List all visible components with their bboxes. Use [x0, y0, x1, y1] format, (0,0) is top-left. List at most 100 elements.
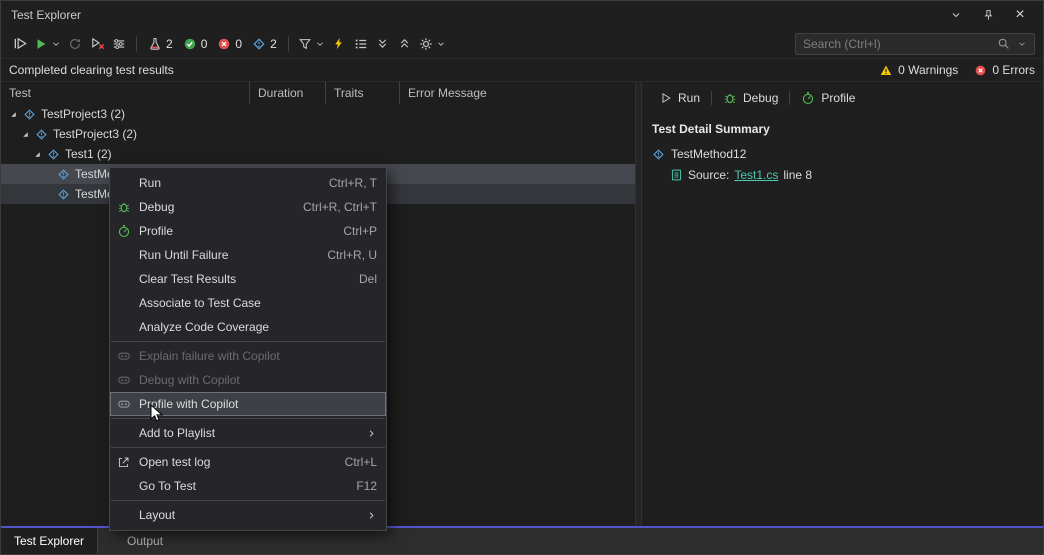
not-run-diamond-icon	[36, 129, 47, 139]
warning-icon	[880, 65, 892, 75]
source-file-link[interactable]: Test1.cs	[734, 168, 778, 182]
cancel-run-icon	[91, 38, 104, 50]
status-bar: Completed clearing test results 0 Warnin…	[1, 59, 1043, 82]
close-icon: ×	[1015, 6, 1025, 23]
menu-item-associate-to-test-case[interactable]: Associate to Test Case	[110, 291, 386, 315]
not-run-diamond-icon	[48, 149, 59, 159]
pin-icon	[984, 9, 992, 20]
not-run-diamond-icon	[653, 149, 664, 159]
not-run-diamond-icon	[253, 38, 265, 49]
chevron-down-icon	[952, 12, 960, 18]
play-outline-icon	[662, 93, 671, 103]
search-box[interactable]	[795, 32, 1035, 55]
column-header-error-message[interactable]: Error Message	[399, 82, 635, 104]
menu-item-add-to-playlist[interactable]: Add to Playlist	[110, 421, 386, 445]
filter-funnel-icon	[299, 38, 311, 49]
tree-row-namespace[interactable]: TestProject3 (2)	[1, 124, 635, 144]
column-header-duration[interactable]: Duration	[249, 82, 325, 104]
panel-splitter[interactable]	[635, 82, 642, 526]
test-run-settings-button[interactable]	[108, 32, 130, 56]
errors-indicator: 0 Errors	[974, 63, 1035, 77]
search-icon[interactable]	[997, 37, 1010, 50]
badge-failed-tests[interactable]: 0	[212, 32, 247, 56]
badge-passed-tests[interactable]: 0	[178, 32, 213, 56]
live-unit-testing-button[interactable]	[328, 32, 350, 56]
tree-row-class[interactable]: Test1 (2)	[1, 144, 635, 164]
menu-item-open-test-log[interactable]: Open test log Ctrl+L	[110, 450, 386, 474]
submenu-chevron-right-icon	[369, 429, 374, 437]
detail-run-button[interactable]: Run	[652, 88, 708, 108]
repeat-last-run-button[interactable]	[64, 32, 86, 56]
detail-toolbar-separator	[711, 91, 713, 105]
settings-button[interactable]	[416, 32, 449, 56]
tab-output[interactable]: Output	[114, 528, 176, 554]
titlebar: Test Explorer ×	[1, 1, 1043, 29]
debug-icon	[118, 203, 130, 213]
detail-toolbar-separator	[789, 91, 791, 105]
group-by-button[interactable]	[350, 32, 372, 56]
menu-item-analyze-code-coverage[interactable]: Analyze Code Coverage	[110, 315, 386, 339]
badge-not-run-tests[interactable]: 2	[247, 32, 282, 56]
menu-item-layout[interactable]: Layout	[110, 503, 386, 527]
collapse-all-button[interactable]	[394, 32, 416, 56]
menu-item-go-to-test[interactable]: Go To Test F12	[110, 474, 386, 498]
titlebar-controls: ×	[943, 4, 1033, 26]
not-run-diamond-icon	[58, 169, 69, 179]
close-button[interactable]: ×	[1007, 4, 1033, 26]
submenu-chevron-right-icon	[369, 511, 374, 519]
expander-icon[interactable]	[9, 110, 18, 119]
expander-icon[interactable]	[33, 150, 42, 159]
menu-item-debug-with-copilot: Debug with Copilot	[110, 368, 386, 392]
menu-item-run[interactable]: Run Ctrl+R, T	[110, 171, 386, 195]
column-header-test[interactable]: Test	[1, 82, 249, 104]
search-input[interactable]	[803, 36, 990, 51]
tab-test-explorer[interactable]: Test Explorer	[1, 528, 99, 554]
detail-toolbar: Run Debug Profile	[652, 88, 1033, 108]
test-detail-panel: Run Debug Profile Test Detail Summary Te…	[642, 82, 1043, 526]
warnings-indicator: 0 Warnings	[879, 63, 958, 77]
cancel-run-button[interactable]	[86, 32, 108, 56]
menu-item-debug[interactable]: Debug Ctrl+R, Ctrl+T	[110, 195, 386, 219]
run-button-toolbar[interactable]	[31, 32, 64, 56]
tree-row-project[interactable]: TestProject3 (2)	[1, 104, 635, 124]
copilot-icon	[118, 376, 130, 384]
mouse-cursor	[150, 404, 163, 422]
repeat-run-icon	[70, 38, 80, 49]
menu-item-run-until-failure[interactable]: Run Until Failure Ctrl+R, U	[110, 243, 386, 267]
detail-debug-button[interactable]: Debug	[715, 88, 786, 108]
lightning-icon	[335, 37, 342, 50]
toolbar-separator	[287, 35, 289, 52]
toolbar-separator	[136, 35, 137, 52]
profile-gauge-icon	[118, 225, 130, 237]
menu-separator	[111, 500, 385, 501]
copilot-icon	[118, 400, 130, 408]
table-header: Test Duration Traits Error Message	[1, 82, 635, 104]
settings-sliders-icon	[113, 38, 125, 49]
chevron-down-icon	[53, 41, 59, 46]
test-explorer-toolbar: 2 0 0 2	[1, 29, 1043, 59]
menu-item-clear-test-results[interactable]: Clear Test Results Del	[110, 267, 386, 291]
expander-icon[interactable]	[21, 130, 30, 139]
not-run-diamond-icon	[58, 189, 69, 199]
detail-profile-button[interactable]: Profile	[793, 88, 863, 108]
column-header-traits[interactable]: Traits	[325, 82, 399, 104]
open-log-icon	[118, 457, 129, 467]
filter-button[interactable]	[295, 32, 328, 56]
run-all-icon	[14, 38, 26, 49]
pin-button[interactable]	[975, 4, 1001, 26]
chevron-down-icon[interactable]	[1017, 39, 1027, 49]
menu-separator	[111, 447, 385, 448]
detail-test-row[interactable]: TestMethod12	[652, 147, 1033, 161]
test-explorer-window: Test Explorer × 2 0 0 2 Completed	[0, 0, 1044, 555]
detail-source-row: Source: Test1.cs line 8	[652, 168, 1033, 182]
menu-item-profile[interactable]: Profile Ctrl+P	[110, 219, 386, 243]
expand-all-button[interactable]	[372, 32, 394, 56]
window-position-button[interactable]	[943, 4, 969, 26]
passed-circle-check-icon	[183, 37, 196, 50]
double-chevron-down-icon	[378, 39, 387, 48]
window-title: Test Explorer	[11, 8, 82, 22]
not-run-diamond-icon	[24, 109, 35, 119]
run-all-tests-button[interactable]	[9, 32, 31, 56]
badge-total-tests[interactable]: 2	[143, 32, 178, 56]
flask-icon	[150, 37, 160, 50]
